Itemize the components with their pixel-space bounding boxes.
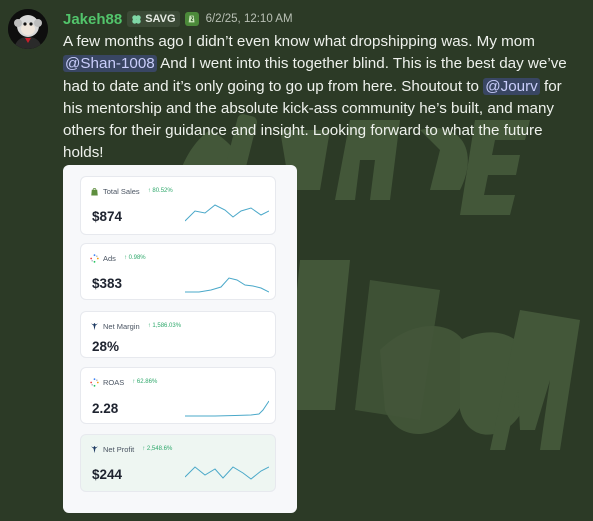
server-tag[interactable]: SAVG [127, 11, 180, 27]
mention-shan[interactable]: @Shan-1008 [63, 55, 157, 73]
monkey-avatar-icon [8, 9, 48, 49]
metric-label: ROAS [103, 377, 125, 387]
metric-card-total-sales: Total Sales ↑ 80.52% $874 [80, 176, 276, 235]
server-tag-label: SAVG [145, 13, 176, 25]
message-header: Jakeh88 SAVG 6/2/25, 12:10 AM [63, 10, 293, 28]
metric-card-net-margin: Net Margin ↑ 1,586.03% 28% [80, 311, 276, 358]
clover-icon [132, 14, 141, 24]
sparkline [185, 400, 269, 417]
user-avatar[interactable] [8, 9, 48, 49]
username[interactable]: Jakeh88 [63, 11, 122, 28]
dots-spinner-icon [90, 377, 99, 387]
metric-label: Net Margin [103, 321, 140, 331]
metric-label: Total Sales [103, 186, 140, 196]
message-content: A few months ago I didn’t even know what… [63, 31, 583, 165]
shopify-role-icon [184, 12, 199, 26]
sparkline [185, 204, 269, 222]
metric-card-ads: Ads ↑ 0.98% $383 [80, 243, 276, 300]
metric-value: 2.28 [92, 401, 119, 416]
metric-change: ↑ 1,586.03% [147, 323, 182, 329]
shopify-bag-icon [91, 187, 98, 196]
metric-card-net-profit: Net Profit ↑ 2,548.6% $244 [80, 434, 276, 492]
metric-change: ↑ 80.52% [147, 188, 173, 194]
metric-value: 28% [92, 339, 120, 354]
dashboard-screenshot-attachment[interactable]: Total Sales ↑ 80.52% $874 Ads ↑ 0.98% $3… [63, 165, 297, 513]
metric-label: Net Profit [103, 444, 135, 454]
metric-change: ↑ 2,548.6% [142, 446, 173, 452]
mention-jourv[interactable]: @Jourv [483, 77, 540, 95]
trident-icon [90, 322, 99, 330]
sparkline [185, 277, 269, 293]
metric-label: Ads [103, 253, 116, 263]
trident-icon [90, 445, 99, 453]
metric-card-roas: ROAS ↑ 62.86% 2.28 [80, 367, 276, 424]
chat-message: Jakeh88 SAVG 6/2/25, 12:10 AM A few mont… [0, 0, 593, 521]
message-timestamp: 6/2/25, 12:10 AM [205, 13, 293, 25]
metric-value: $874 [92, 209, 123, 224]
sparkline [185, 466, 269, 480]
metric-change: ↑ 0.98% [123, 255, 146, 261]
message-text-part: A few months ago I didn’t even know what… [63, 33, 535, 50]
dots-spinner-icon [90, 253, 99, 263]
metric-value: $383 [92, 276, 123, 291]
metric-value: $244 [92, 467, 123, 482]
metric-change: ↑ 62.86% [132, 379, 158, 385]
